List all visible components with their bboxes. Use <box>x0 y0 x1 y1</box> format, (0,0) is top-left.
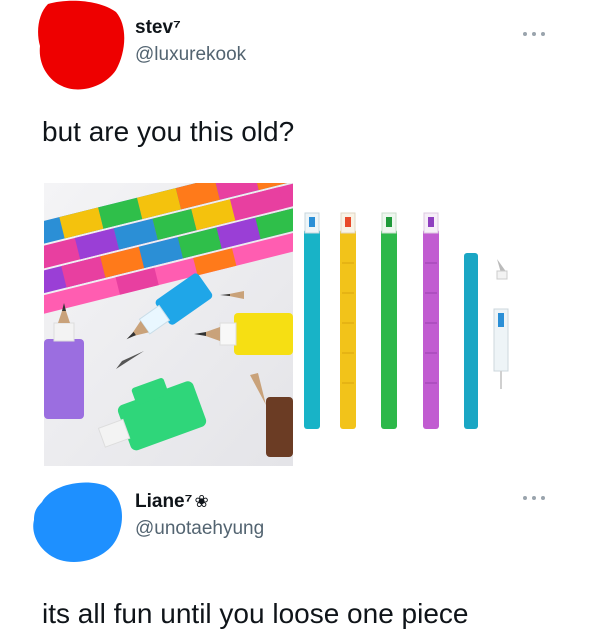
stackable-pencils-product-photo[interactable] <box>293 183 556 466</box>
avatar[interactable] <box>30 478 126 566</box>
user-handle[interactable]: @unotaehyung <box>135 518 264 540</box>
flower-icon: ❀ <box>194 492 209 511</box>
more-horizontal-icon[interactable] <box>523 29 545 39</box>
display-name[interactable]: Liane⁷ ❀ <box>135 491 209 513</box>
more-horizontal-icon[interactable] <box>523 493 545 503</box>
avatar[interactable] <box>34 0 126 92</box>
user-handle[interactable]: @luxurekook <box>135 44 246 66</box>
stackable-pencils-photo[interactable] <box>44 183 293 466</box>
display-name[interactable]: stev⁷ <box>135 17 181 39</box>
reply-text: its all fun until you loose one piece <box>42 598 469 629</box>
tweet-text: but are you this old? <box>42 116 295 147</box>
display-name-text: Liane⁷ <box>135 491 193 512</box>
